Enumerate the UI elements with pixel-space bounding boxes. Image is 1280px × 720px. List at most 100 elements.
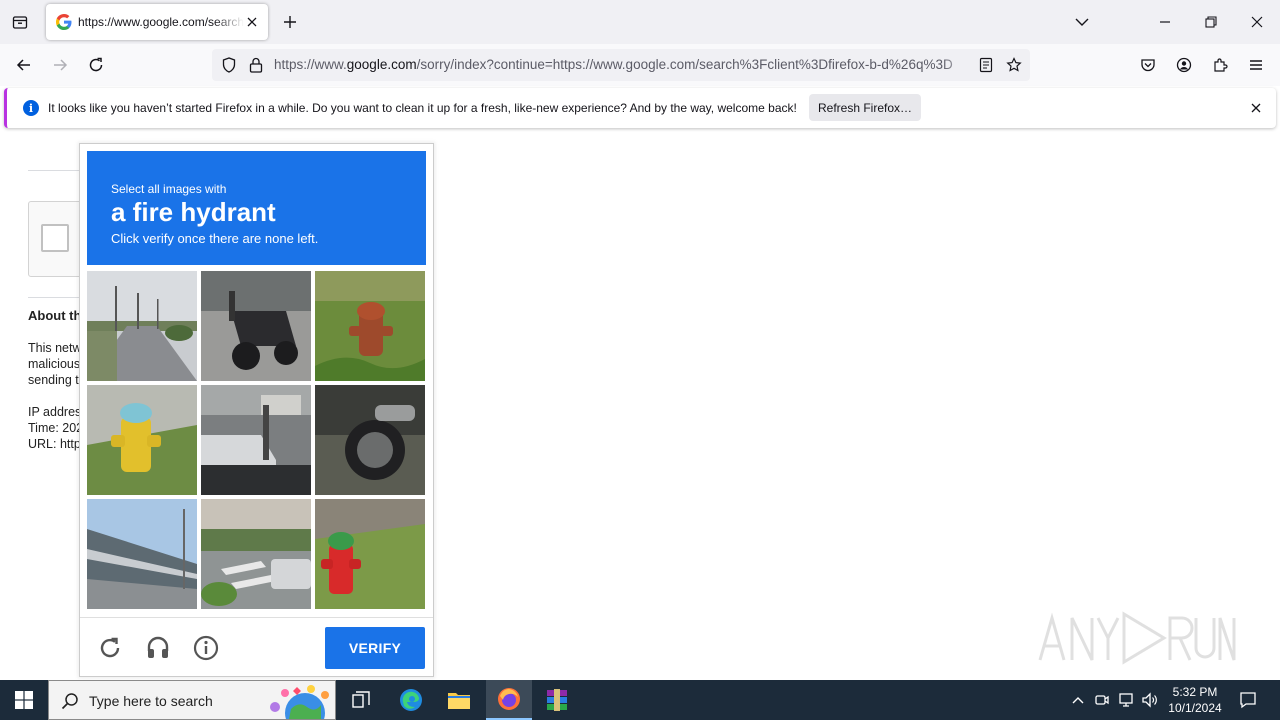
pocket-button[interactable] bbox=[1134, 51, 1162, 79]
new-tab-button[interactable] bbox=[278, 10, 302, 34]
time-line: Time: 2024 bbox=[28, 421, 80, 435]
close-tab-icon[interactable] bbox=[244, 14, 260, 30]
close-notification-icon[interactable] bbox=[1248, 100, 1264, 116]
info-icon: i bbox=[23, 100, 39, 116]
tab-strip: https://www.google.com/search?client=fir… bbox=[0, 0, 1280, 44]
start-button[interactable] bbox=[0, 680, 48, 720]
restore-button[interactable] bbox=[1197, 8, 1225, 36]
firefox-icon bbox=[498, 688, 520, 710]
system-clock[interactable]: 5:32 PM 10/1/2024 bbox=[1160, 684, 1230, 716]
paragraph-line: sending t bbox=[28, 373, 79, 387]
search-icon bbox=[61, 693, 78, 710]
lock-icon[interactable] bbox=[247, 56, 265, 74]
reload-challenge-icon[interactable] bbox=[96, 634, 124, 662]
any-run-watermark-logo bbox=[1036, 608, 1236, 668]
windows-taskbar: Type here to search 5:32 PM 10/1/2024 bbox=[0, 680, 1280, 720]
navigation-toolbar: https://www.google.com/sorry/index?conti… bbox=[0, 44, 1280, 86]
firefox-taskbar-button[interactable] bbox=[486, 680, 532, 720]
back-button[interactable] bbox=[10, 51, 38, 79]
minimize-button[interactable] bbox=[1151, 8, 1179, 36]
url-path: /sorry/index?continue=https://www.google… bbox=[416, 57, 953, 72]
verify-button[interactable]: VERIFY bbox=[325, 627, 425, 669]
search-placeholder: Type here to search bbox=[89, 693, 213, 709]
bookmark-star-icon[interactable] bbox=[1005, 56, 1023, 74]
taskbar-search-box[interactable]: Type here to search bbox=[48, 680, 336, 720]
account-icon bbox=[1176, 57, 1192, 73]
close-window-button[interactable] bbox=[1243, 8, 1271, 36]
captcha-tile-3[interactable] bbox=[315, 271, 425, 381]
forward-button[interactable] bbox=[46, 51, 74, 79]
refresh-firefox-notification: i It looks like you haven’t started Fire… bbox=[4, 88, 1276, 128]
folder-icon bbox=[448, 693, 470, 709]
arrow-left-icon bbox=[16, 59, 30, 71]
winrar-archive-icon bbox=[547, 689, 567, 711]
captcha-tile-4[interactable] bbox=[87, 385, 197, 495]
challenge-target: a fire hydrant bbox=[111, 197, 276, 227]
challenge-instruction: Select all images with bbox=[111, 182, 227, 196]
edge-taskbar-button[interactable] bbox=[388, 680, 434, 720]
volume-speaker-icon[interactable] bbox=[1140, 690, 1160, 710]
minimize-icon bbox=[1160, 21, 1170, 23]
reader-view-icon[interactable] bbox=[977, 56, 995, 74]
notification-message: It looks like you haven’t started Firefo… bbox=[48, 101, 797, 115]
edge-browser-icon bbox=[400, 689, 422, 711]
chevron-down-icon bbox=[1075, 18, 1089, 26]
challenge-header: Select all images with a fire hydrant Cl… bbox=[87, 151, 426, 265]
captcha-tile-9[interactable] bbox=[315, 499, 425, 609]
paragraph-line: This network bbox=[28, 341, 80, 355]
help-info-icon[interactable] bbox=[192, 634, 220, 662]
captcha-tile-6[interactable] bbox=[315, 385, 425, 495]
url-scheme: https://www. bbox=[274, 57, 347, 72]
firefox-view-icon bbox=[12, 16, 28, 29]
meet-now-icon[interactable] bbox=[1092, 690, 1112, 710]
plus-icon bbox=[284, 16, 296, 28]
clock-time: 5:32 PM bbox=[1172, 685, 1218, 699]
paragraph-line: malicious bbox=[28, 357, 80, 371]
recaptcha-checkbox[interactable] bbox=[41, 224, 69, 252]
firefox-view-button[interactable] bbox=[6, 8, 34, 36]
notification-chat-icon bbox=[1240, 692, 1256, 709]
reload-button[interactable] bbox=[82, 51, 110, 79]
url-text[interactable]: https://www.google.com/sorry/index?conti… bbox=[274, 57, 970, 72]
arrow-right-icon bbox=[54, 59, 68, 71]
close-icon bbox=[1251, 16, 1263, 28]
account-button[interactable] bbox=[1170, 51, 1198, 79]
app-menu-button[interactable] bbox=[1242, 51, 1270, 79]
winrar-taskbar-button[interactable] bbox=[534, 680, 580, 720]
task-view-button[interactable] bbox=[338, 680, 384, 720]
action-center-button[interactable] bbox=[1236, 688, 1260, 712]
reload-icon bbox=[89, 57, 103, 72]
refresh-firefox-button[interactable]: Refresh Firefox… bbox=[809, 94, 921, 121]
challenge-footer: VERIFY bbox=[80, 617, 433, 676]
network-icon[interactable] bbox=[1116, 690, 1136, 710]
url-host: google.com bbox=[346, 57, 417, 72]
google-favicon-icon bbox=[56, 14, 72, 30]
search-highlight-globe-icon bbox=[270, 685, 329, 719]
list-all-tabs-button[interactable] bbox=[1068, 8, 1096, 36]
restore-icon bbox=[1205, 16, 1217, 28]
hamburger-menu-icon bbox=[1250, 60, 1262, 70]
url-line: URL: http bbox=[28, 437, 80, 451]
tab-title: https://www.google.com/search?client=fir… bbox=[78, 15, 244, 29]
captcha-tile-1[interactable] bbox=[87, 271, 197, 381]
captcha-tile-7[interactable] bbox=[87, 499, 197, 609]
show-hidden-icons-chevron-up-icon[interactable] bbox=[1068, 690, 1088, 710]
extensions-button[interactable] bbox=[1206, 51, 1234, 79]
file-explorer-taskbar-button[interactable] bbox=[436, 680, 482, 720]
audio-challenge-headphones-icon[interactable] bbox=[144, 634, 172, 662]
active-tab[interactable]: https://www.google.com/search?client=fir… bbox=[46, 4, 268, 40]
about-heading: About this page bbox=[28, 308, 80, 323]
captcha-tile-5[interactable] bbox=[201, 385, 311, 495]
windows-logo-icon bbox=[15, 691, 33, 709]
pocket-icon bbox=[1141, 59, 1155, 72]
address-bar[interactable]: https://www.google.com/sorry/index?conti… bbox=[212, 49, 1030, 81]
captcha-tile-8[interactable] bbox=[201, 499, 311, 609]
recaptcha-challenge-dialog: Select all images with a fire hydrant Cl… bbox=[79, 143, 434, 677]
clock-date: 10/1/2024 bbox=[1168, 701, 1222, 715]
task-view-icon bbox=[352, 691, 370, 708]
tracking-protection-shield-icon[interactable] bbox=[220, 56, 238, 74]
challenge-subtext: Click verify once there are none left. bbox=[111, 231, 319, 246]
puzzle-icon bbox=[1214, 58, 1228, 72]
captcha-tile-2[interactable] bbox=[201, 271, 311, 381]
ip-address-line: IP address bbox=[28, 405, 80, 419]
